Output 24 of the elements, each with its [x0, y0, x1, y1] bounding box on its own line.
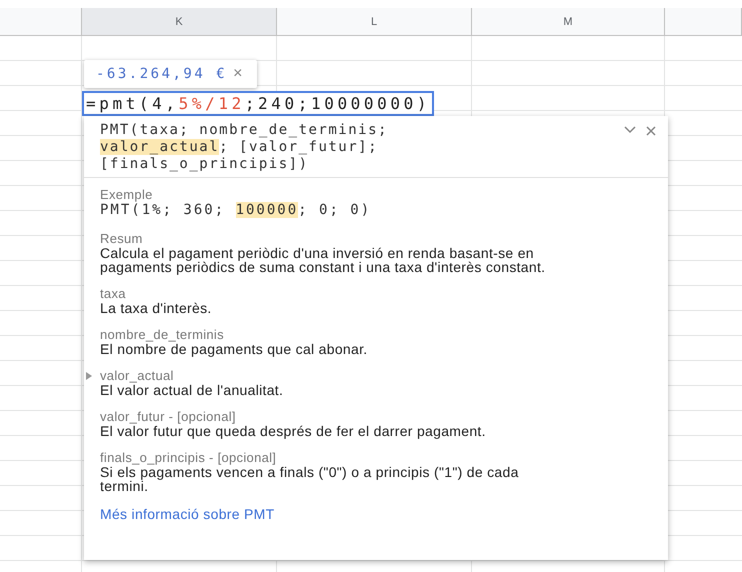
- collapse-icon[interactable]: [624, 126, 636, 134]
- close-icon[interactable]: [646, 126, 656, 136]
- formula-input[interactable]: =pmt(4,5%/12;240;10000000): [82, 91, 434, 116]
- function-signature: PMT(taxa; nombre_de_terminis; valor_actual; [valor_futur]; [finals_o_principis]): [100, 122, 389, 173]
- section-label: Resum: [100, 232, 144, 246]
- column-header[interactable]: K: [82, 8, 277, 35]
- parameter-description: El valor futur que queda després de fer el darrer pagament.: [100, 424, 486, 438]
- summary-text: Calcula el pagament periòdic d'una inversió en renda basant-se en pagaments periòdics de suma constant i una taxa d'interès constant.: [100, 246, 546, 274]
- result-value: -63.264,94 €: [96, 66, 228, 82]
- parameter-description: El valor actual de l'anualitat.: [100, 383, 284, 397]
- close-icon[interactable]: ×: [233, 65, 245, 83]
- parameter-name: taxa: [100, 287, 127, 301]
- section-label: Exemple: [100, 188, 154, 202]
- parameter-name: valor_actual: [100, 369, 175, 383]
- parameter-name: valor_futur - [opcional]: [100, 410, 237, 424]
- parameter-description: La taxa d'interès.: [100, 301, 212, 315]
- parameter-name: finals_o_principis - [opcional]: [100, 451, 278, 465]
- column-header[interactable]: M: [472, 8, 665, 35]
- parameter-description: Si els pagaments vencen a finals ("0") o a principis ("1") de cada termini.: [100, 465, 520, 493]
- more-info-link[interactable]: Més informació sobre PMT: [100, 506, 274, 522]
- parameter-name: nombre_de_terminis: [100, 328, 225, 342]
- parameter-description: El nombre de pagaments que cal abonar.: [100, 342, 368, 356]
- column-header[interactable]: L: [277, 8, 472, 35]
- example-formula: PMT(1%; 360; 100000; 0; 0): [100, 202, 372, 219]
